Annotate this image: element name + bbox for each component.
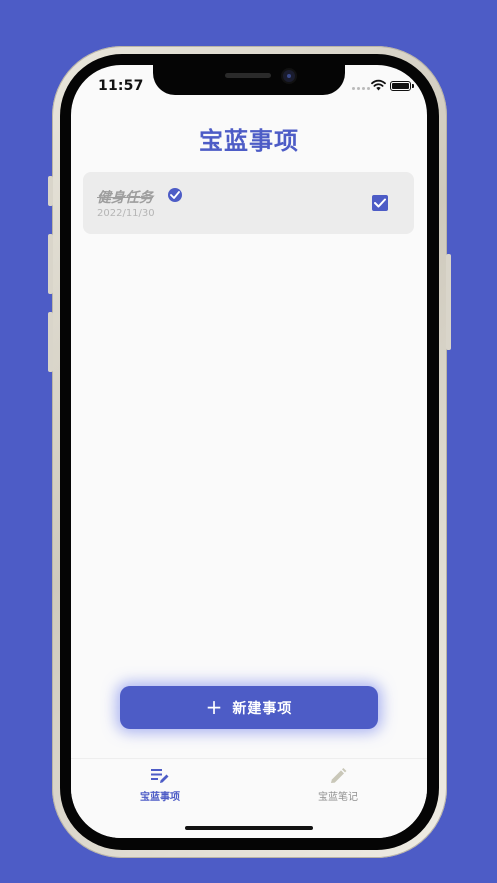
checkbox-checked-icon[interactable] (372, 195, 388, 211)
nav-label-notes: 宝蓝笔记 (318, 792, 358, 803)
new-item-button[interactable]: + 新建事项 (120, 686, 378, 729)
nav-item-todos[interactable]: 宝蓝事项 (115, 767, 205, 803)
volume-down-button (48, 312, 53, 372)
app-screen: 11:57 宝蓝事项 健身任务 2022/11/30 + 新建事项 宝蓝事项 宝… (71, 65, 427, 838)
todo-item[interactable]: 健身任务 2022/11/30 (83, 172, 414, 234)
status-time: 11:57 (98, 78, 144, 94)
signal-dots-icon (352, 87, 370, 90)
home-indicator (185, 826, 313, 830)
volume-up-button (48, 234, 53, 294)
todo-title: 健身任务 (97, 190, 153, 206)
nav-item-notes[interactable]: 宝蓝笔记 (293, 767, 383, 803)
list-edit-icon (151, 769, 169, 783)
mute-switch (48, 176, 53, 206)
battery-icon (390, 81, 414, 91)
nav-label-todos: 宝蓝事项 (140, 792, 180, 803)
new-item-label: 新建事项 (232, 700, 293, 717)
speaker-grille (225, 73, 271, 78)
pencil-icon (331, 768, 347, 783)
plus-icon: + (205, 694, 223, 719)
page-title: 宝蓝事项 (199, 127, 299, 155)
notch (153, 65, 345, 95)
camera-icon (283, 70, 295, 82)
wifi-icon (371, 79, 386, 91)
check-circle-icon (168, 188, 182, 202)
power-button (446, 254, 451, 350)
todo-date: 2022/11/30 (97, 208, 155, 219)
